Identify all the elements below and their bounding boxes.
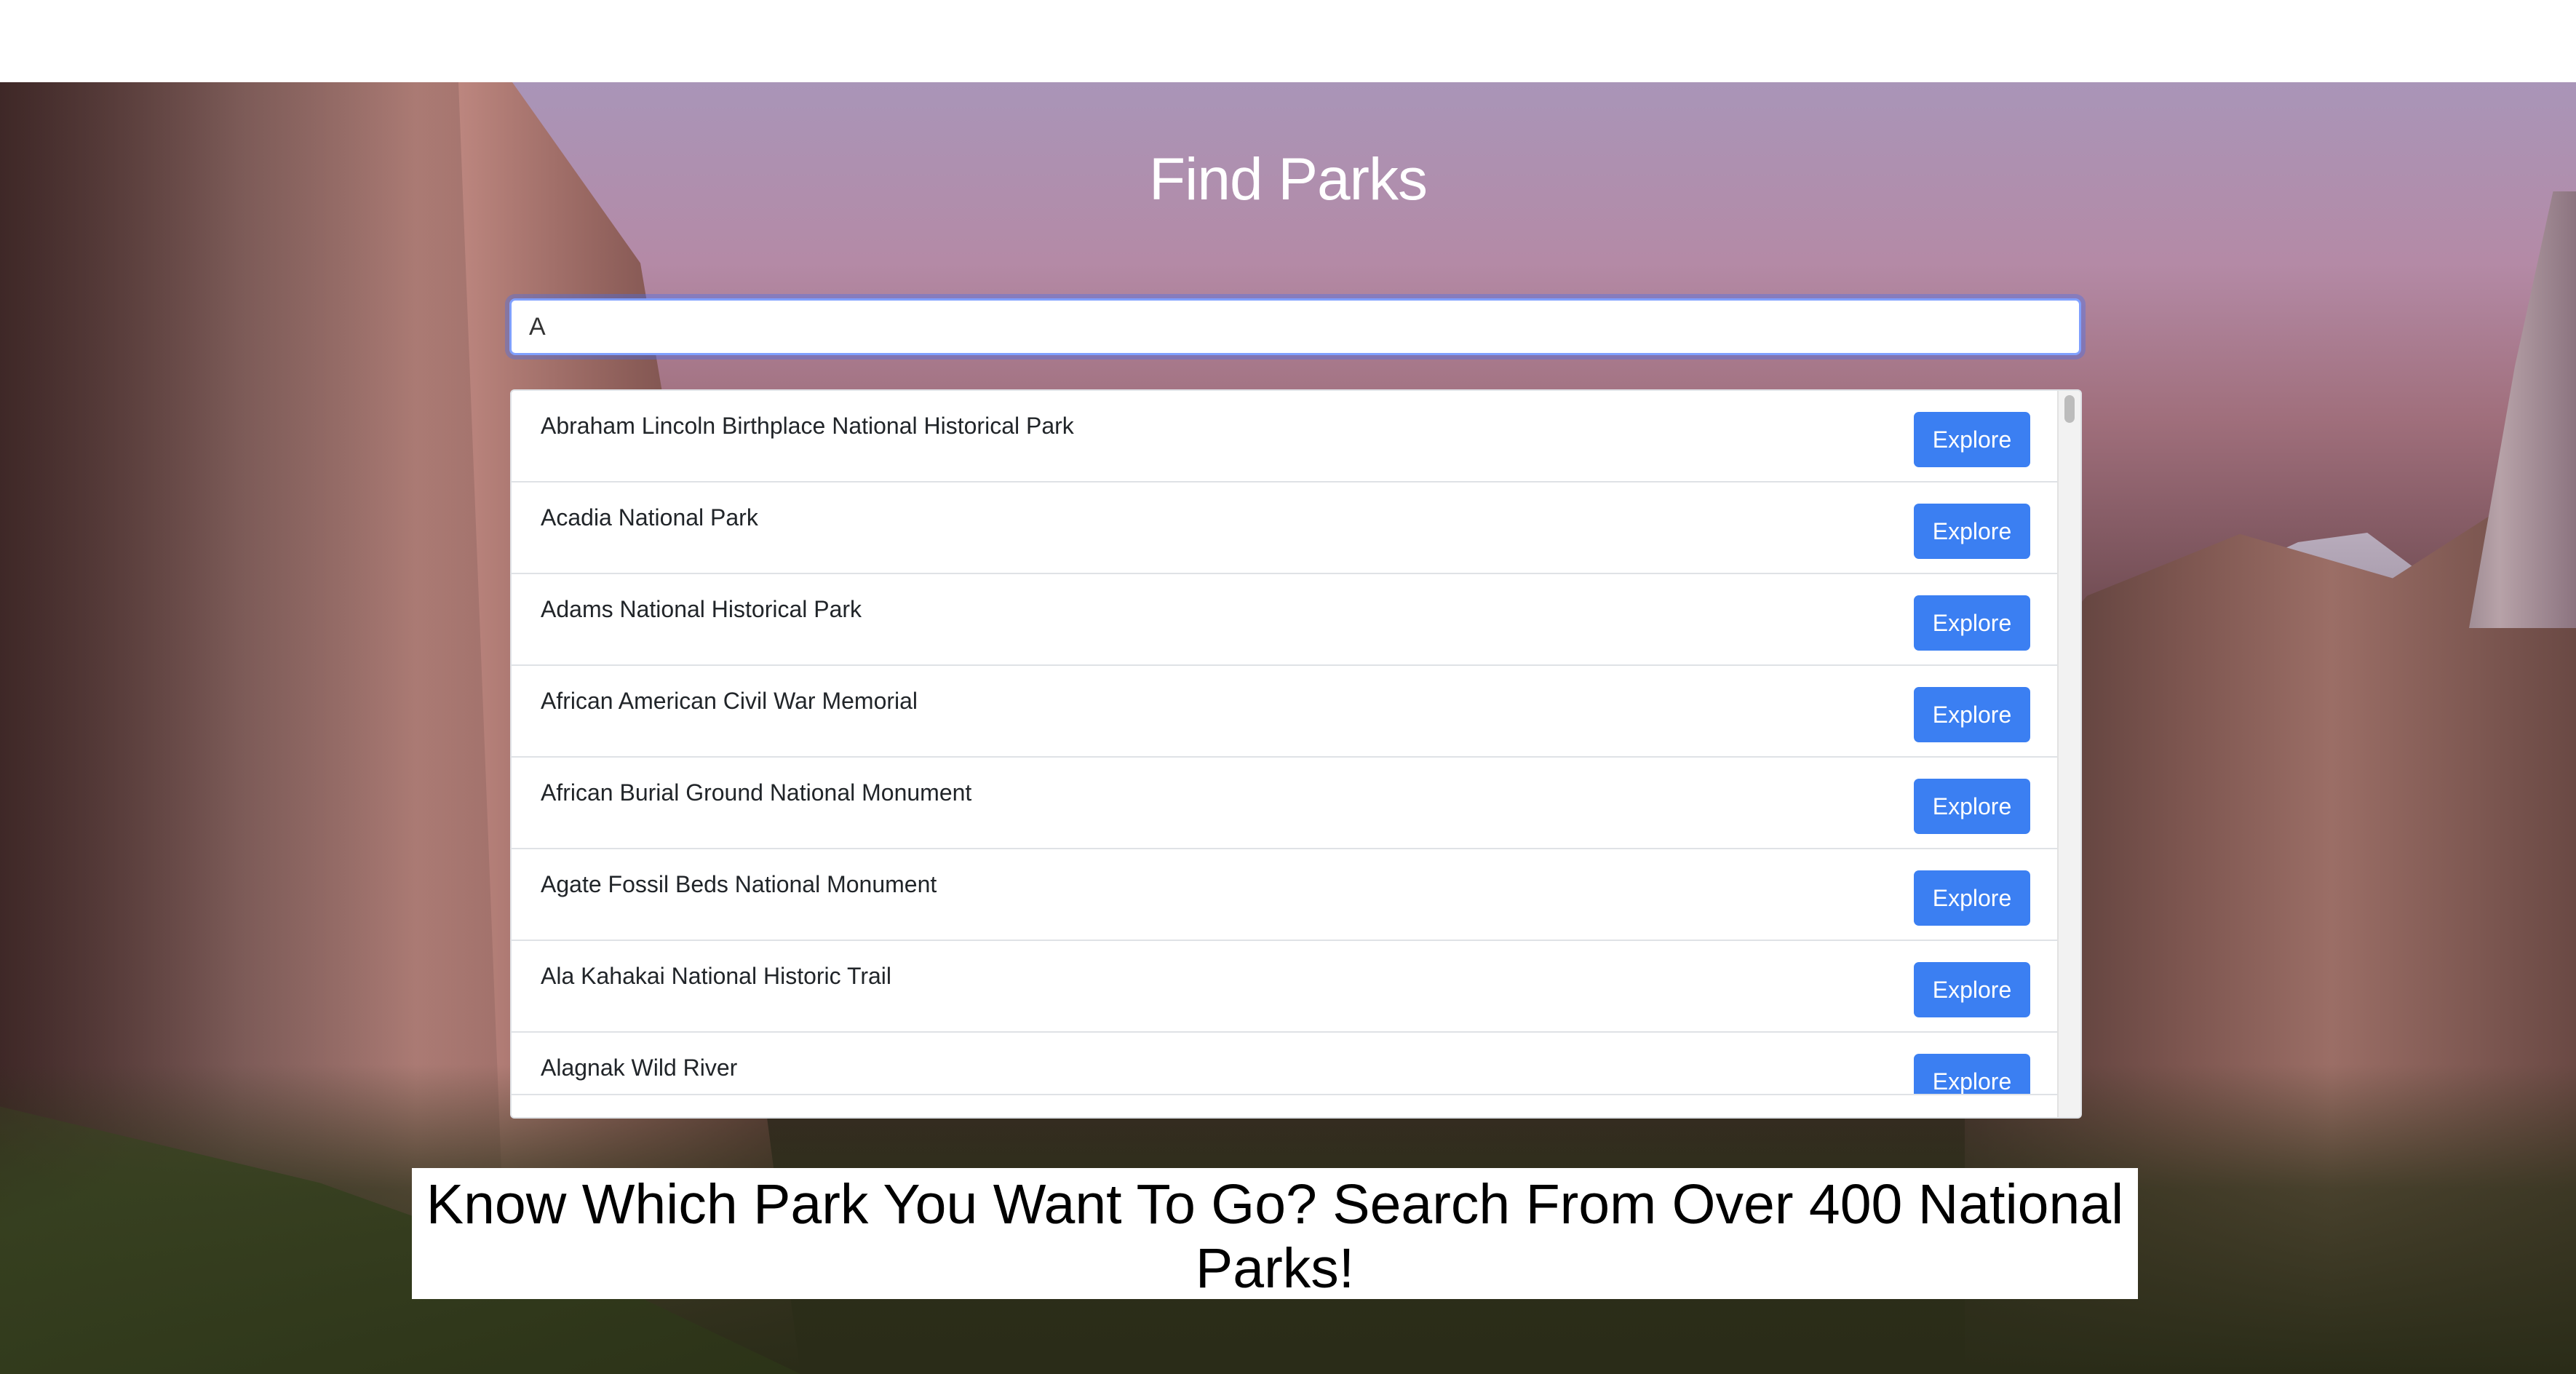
- list-item: African Burial Ground National Monument E…: [512, 758, 2059, 849]
- results-list[interactable]: Abraham Lincoln Birthplace National Hist…: [512, 391, 2059, 1097]
- park-name: Ala Kahakai National Historic Trail: [541, 963, 891, 989]
- list-item: Agate Fossil Beds National Monument Explo…: [512, 849, 2059, 941]
- park-name: Acadia National Park: [541, 504, 758, 531]
- explore-button[interactable]: Explore: [1914, 870, 2030, 926]
- list-item: African American Civil War Memorial Explo…: [512, 666, 2059, 758]
- park-name: African American Civil War Memorial: [541, 688, 918, 714]
- park-name: Agate Fossil Beds National Monument: [541, 871, 937, 897]
- explore-button[interactable]: Explore: [1914, 595, 2030, 651]
- explore-button[interactable]: Explore: [1914, 504, 2030, 559]
- list-item: Adams National Historical Park Explore: [512, 574, 2059, 666]
- page-title: Find Parks: [1149, 146, 1428, 213]
- explore-button[interactable]: Explore: [1914, 779, 2030, 834]
- list-item: Ala Kahakai National Historic Trail Explo…: [512, 941, 2059, 1033]
- list-item: Abraham Lincoln Birthplace National Hist…: [512, 391, 2059, 483]
- list-item: Acadia National Park Explore: [512, 483, 2059, 574]
- explore-button[interactable]: Explore: [1914, 1054, 2030, 1097]
- tagline-text: Know Which Park You Want To Go? Search F…: [426, 1173, 2124, 1300]
- results-panel: Abraham Lincoln Birthplace National Hist…: [510, 389, 2082, 1119]
- park-name: African Burial Ground National Monument: [541, 779, 972, 806]
- explore-button[interactable]: Explore: [1914, 962, 2030, 1017]
- tagline-banner: Know Which Park You Want To Go? Search F…: [412, 1168, 2138, 1300]
- list-item: Alagnak Wild River Explore: [512, 1033, 2059, 1097]
- park-name: Alagnak Wild River: [541, 1055, 738, 1081]
- scrollbar-thumb[interactable]: [2064, 395, 2075, 423]
- park-name: Adams National Historical Park: [541, 596, 862, 622]
- explore-button[interactable]: Explore: [1914, 687, 2030, 742]
- explore-button[interactable]: Explore: [1914, 412, 2030, 467]
- results-horizontal-scrollbar[interactable]: [512, 1094, 2059, 1117]
- results-scrollbar[interactable]: [2057, 391, 2080, 1117]
- search-input[interactable]: [509, 298, 2081, 355]
- top-navbar: [0, 0, 2576, 82]
- park-name: Abraham Lincoln Birthplace National Hist…: [541, 413, 1074, 439]
